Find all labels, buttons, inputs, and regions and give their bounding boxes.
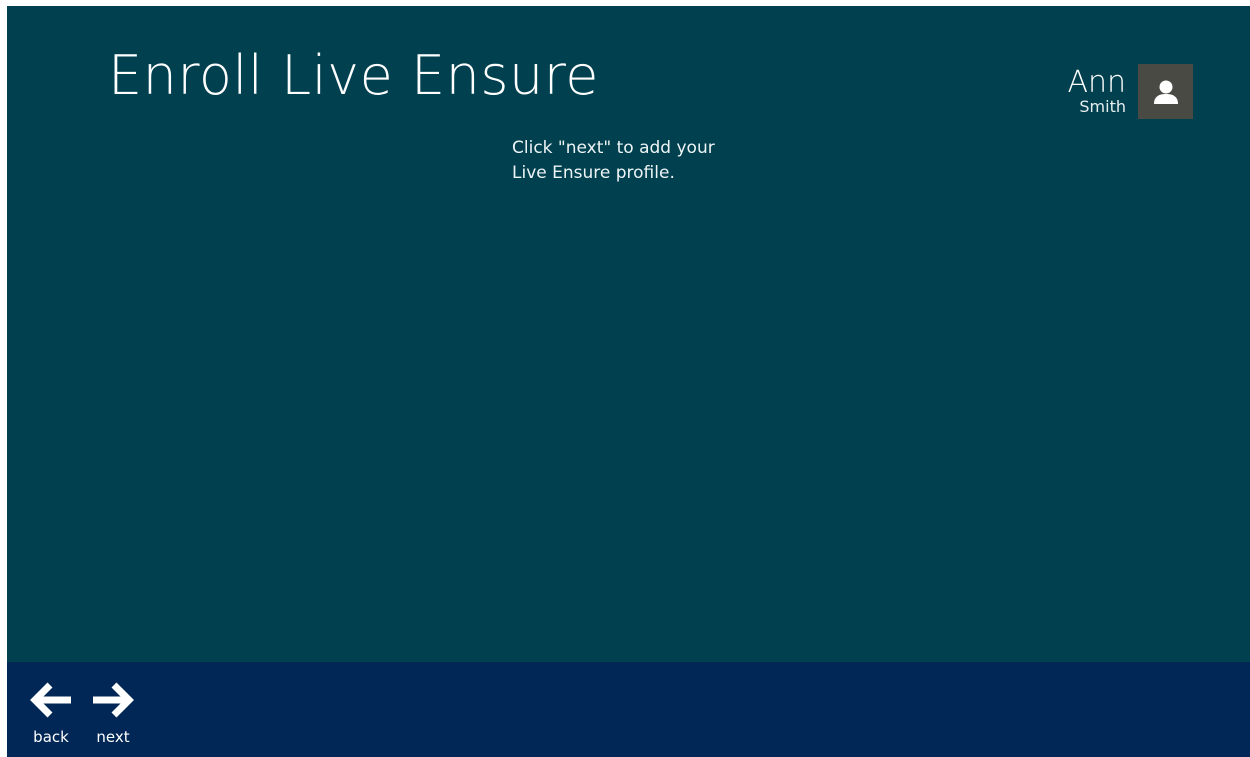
user-account[interactable]: Ann Smith xyxy=(1067,64,1193,119)
next-button-label: next xyxy=(96,728,130,746)
user-silhouette-icon xyxy=(1153,80,1178,104)
user-names: Ann Smith xyxy=(1067,64,1126,116)
avatar[interactable] xyxy=(1138,64,1193,119)
user-last-name: Smith xyxy=(1079,97,1126,116)
next-button[interactable]: next xyxy=(85,680,141,746)
enroll-window: Enroll Live Ensure Ann Smith Click "next… xyxy=(7,6,1250,757)
user-first-name: Ann xyxy=(1067,65,1126,100)
back-button[interactable]: back xyxy=(23,680,79,746)
app-bar: back next xyxy=(7,662,1250,757)
arrow-right-icon xyxy=(93,682,134,718)
arrow-left-icon xyxy=(30,682,71,718)
instruction-text: Click "next" to add your Live Ensure pro… xyxy=(512,138,715,183)
page-title: Enroll Live Ensure xyxy=(108,44,599,107)
back-button-label: back xyxy=(33,728,69,746)
